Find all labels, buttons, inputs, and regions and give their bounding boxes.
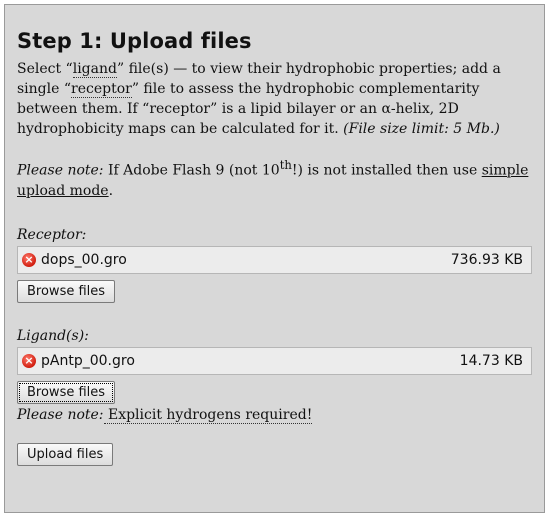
flash-note-label: Please note: (17, 162, 104, 179)
hydrogen-note-label: Please note: (17, 406, 104, 423)
receptor-label: Receptor: (17, 226, 87, 243)
ligand-term: ligand (72, 61, 117, 78)
size-limit: (File size limit: 5 Mb.) (343, 121, 500, 137)
remove-file-icon[interactable]: × (22, 252, 36, 267)
upload-panel: Step 1: Upload files Select “ligand” fil… (4, 4, 545, 513)
remove-file-icon[interactable]: × (22, 353, 36, 368)
ligand-file-size: 14.73 KB (459, 352, 523, 369)
hydrogen-note-text: Explicit hydrogens required! (103, 406, 313, 424)
ligand-file-row: × pAntp_00.gro 14.73 KB (17, 346, 532, 375)
flash-note: Please note: If Adobe Flash 9 (not 10th!… (17, 158, 529, 199)
ligand-browse-button[interactable]: Browse files (17, 380, 116, 404)
receptor-file-size: 736.93 KB (450, 251, 523, 268)
page-title: Step 1: Upload files (17, 29, 252, 53)
receptor-term: receptor (71, 81, 132, 98)
hydrogen-note: Please note: Explicit hydrogens required… (17, 405, 532, 425)
intro-text: Select “ligand” file(s) — to view their … (17, 61, 501, 137)
ligand-file-name: pAntp_00.gro (41, 352, 135, 369)
upload-files-button[interactable]: Upload files (17, 442, 114, 466)
receptor-file-row: × dops_00.gro 736.93 KB (17, 245, 532, 274)
receptor-browse-button[interactable]: Browse files (17, 279, 116, 303)
receptor-file-name: dops_00.gro (41, 251, 127, 268)
ligands-label: Ligand(s): (17, 327, 89, 344)
